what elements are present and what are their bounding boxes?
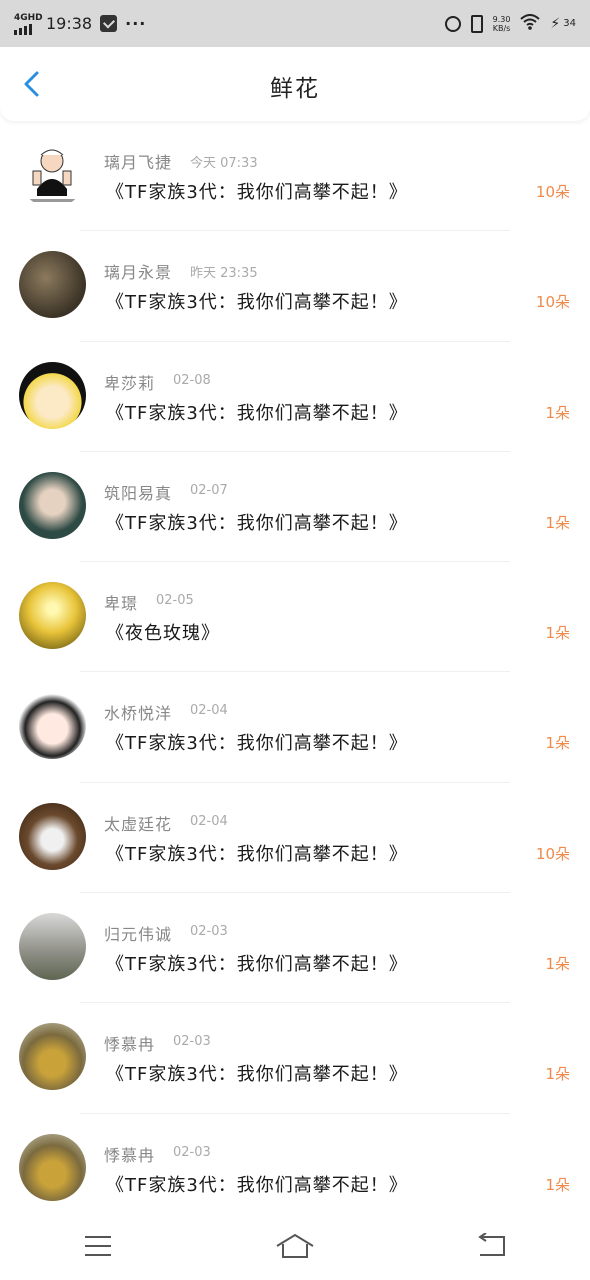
sunset-avatar[interactable]: [19, 582, 86, 650]
clock: 19:38: [46, 14, 93, 33]
book-title[interactable]: 《TF家族3代：我你们高攀不起！》: [106, 288, 408, 314]
alarm-icon: [444, 15, 461, 32]
list-item[interactable]: 太虚廷花 02-04 《TF家族3代：我你们高攀不起！》 10朵: [0, 783, 590, 894]
flower-count: 10朵: [535, 183, 570, 201]
send-time: 02-08: [173, 372, 211, 388]
cartoon-avatar[interactable]: [19, 141, 86, 208]
list-item[interactable]: 悸慕冉 02-03 《TF家族3代：我你们高攀不起！》 1朵: [0, 1114, 590, 1224]
page-header: 鲜花: [0, 47, 590, 121]
system-nav-bar: [0, 1212, 590, 1280]
book-title[interactable]: 《TF家族3代：我你们高攀不起！》: [106, 950, 408, 976]
list-item[interactable]: 卑莎莉 02-08 《TF家族3代：我你们高攀不起！》 1朵: [0, 342, 590, 452]
book-title[interactable]: 《TF家族3代：我你们高攀不起！》: [106, 399, 408, 425]
home-icon: [276, 1233, 314, 1258]
sender-name[interactable]: 悸慕冉: [104, 1142, 155, 1166]
return-button[interactable]: [472, 1228, 512, 1264]
home-button[interactable]: [275, 1228, 315, 1264]
menu-icon: [85, 1236, 112, 1256]
charging-icon: ⚡: [550, 15, 561, 32]
network-type: 4GHD: [14, 12, 43, 23]
page-title: 鲜花: [270, 76, 320, 102]
book-title[interactable]: 《TF家族3代：我你们高攀不起！》: [106, 840, 408, 866]
send-time: 02-04: [190, 703, 228, 719]
vibrate-icon: [470, 14, 483, 33]
send-time: 02-03: [190, 924, 228, 940]
flower-count: 10朵: [535, 293, 570, 312]
wifi-icon: [520, 13, 541, 34]
network-speed: 9.30 KB/s: [493, 15, 511, 33]
list-item[interactable]: 璃月飞捷 今天 07:33 《TF家族3代：我你们高攀不起！》 10朵: [0, 121, 590, 232]
send-time: 02-04: [190, 813, 228, 829]
send-time: 02-05: [156, 593, 194, 609]
flower-count: 1朵: [545, 955, 570, 974]
flower-list: 璃月飞捷 今天 07:33 《TF家族3代：我你们高攀不起！》 10朵 璃月永景 昨天 2…: [0, 121, 590, 1224]
flower-count: 1朵: [545, 403, 570, 422]
return-icon: [477, 1233, 505, 1256]
book-title[interactable]: 《TF家族3代：我你们高攀不起！》: [106, 509, 408, 535]
list-item[interactable]: 卑璟 02-05 《夜色玫瑰》 1朵: [0, 562, 590, 673]
list-item[interactable]: 水桥悦洋 02-04 《TF家族3代：我你们高攀不起！》 1朵: [0, 672, 590, 783]
menu-button[interactable]: [78, 1228, 118, 1264]
battery-indicator: ⚡ 34: [550, 16, 576, 32]
sender-name[interactable]: 悸慕冉: [104, 1031, 155, 1055]
flower-count: 1朵: [545, 734, 570, 753]
child-avatar[interactable]: [19, 1133, 86, 1201]
woman-avatar[interactable]: [19, 471, 86, 539]
sender-name[interactable]: 璃月永景: [104, 259, 172, 283]
battery-level: 34: [563, 18, 576, 29]
send-time: 今天 07:33: [190, 156, 258, 171]
sender-name[interactable]: 筑阳易真: [104, 480, 172, 504]
send-time: 02-07: [190, 482, 228, 498]
book-title[interactable]: 《夜色玫瑰》: [106, 619, 220, 645]
child-avatar[interactable]: [19, 1023, 86, 1091]
flower-count: 1朵: [545, 1065, 570, 1084]
sender-name[interactable]: 璃月飞捷: [104, 149, 172, 173]
list-item[interactable]: 筑阳易真 02-07 《TF家族3代：我你们高攀不起！》 1朵: [0, 452, 590, 563]
speed-unit: KB/s: [492, 23, 511, 33]
flower-count: 1朵: [545, 624, 570, 643]
book-title[interactable]: 《TF家族3代：我你们高攀不起！》: [106, 178, 408, 204]
list-item[interactable]: 璃月永景 昨天 23:35 《TF家族3代：我你们高攀不起！》 10朵: [0, 231, 590, 342]
status-bar: 4GHD 19:38 ··· 9.30 KB/s ⚡ 34: [0, 0, 590, 47]
list-item[interactable]: 归元伟诚 02-03 《TF家族3代：我你们高攀不起！》 1朵: [0, 893, 590, 1004]
flower-count: 1朵: [545, 513, 570, 532]
message-notification-icon: [100, 15, 118, 32]
list-item[interactable]: 悸慕冉 02-03 《TF家族3代：我你们高攀不起！》 1朵: [0, 1003, 590, 1114]
flower-count: 1朵: [545, 1175, 570, 1194]
sender-name[interactable]: 太虚廷花: [104, 811, 172, 835]
anime-avatar[interactable]: [19, 692, 86, 760]
send-time: 昨天 23:35: [190, 266, 258, 282]
sender-name[interactable]: 归元伟诚: [104, 921, 172, 945]
sender-name[interactable]: 卑璟: [104, 590, 138, 614]
warrior-avatar[interactable]: [19, 251, 86, 319]
room-avatar[interactable]: [19, 913, 86, 981]
speed-value: 9.30: [492, 14, 511, 24]
send-time: 02-03: [173, 1144, 211, 1160]
book-title[interactable]: 《TF家族3代：我你们高攀不起！》: [106, 729, 408, 755]
puppy-avatar[interactable]: [19, 802, 86, 870]
sender-name[interactable]: 卑莎莉: [104, 370, 155, 394]
book-title[interactable]: 《TF家族3代：我你们高攀不起！》: [106, 1060, 408, 1086]
maruko-avatar[interactable]: [19, 361, 86, 429]
sender-name[interactable]: 水桥悦洋: [104, 700, 172, 724]
send-time: 02-03: [173, 1034, 211, 1050]
more-notifications-icon: ···: [125, 14, 147, 33]
flower-count: 10朵: [535, 844, 570, 863]
signal-icon: 4GHD: [14, 13, 43, 35]
book-title[interactable]: 《TF家族3代：我你们高攀不起！》: [106, 1171, 408, 1197]
